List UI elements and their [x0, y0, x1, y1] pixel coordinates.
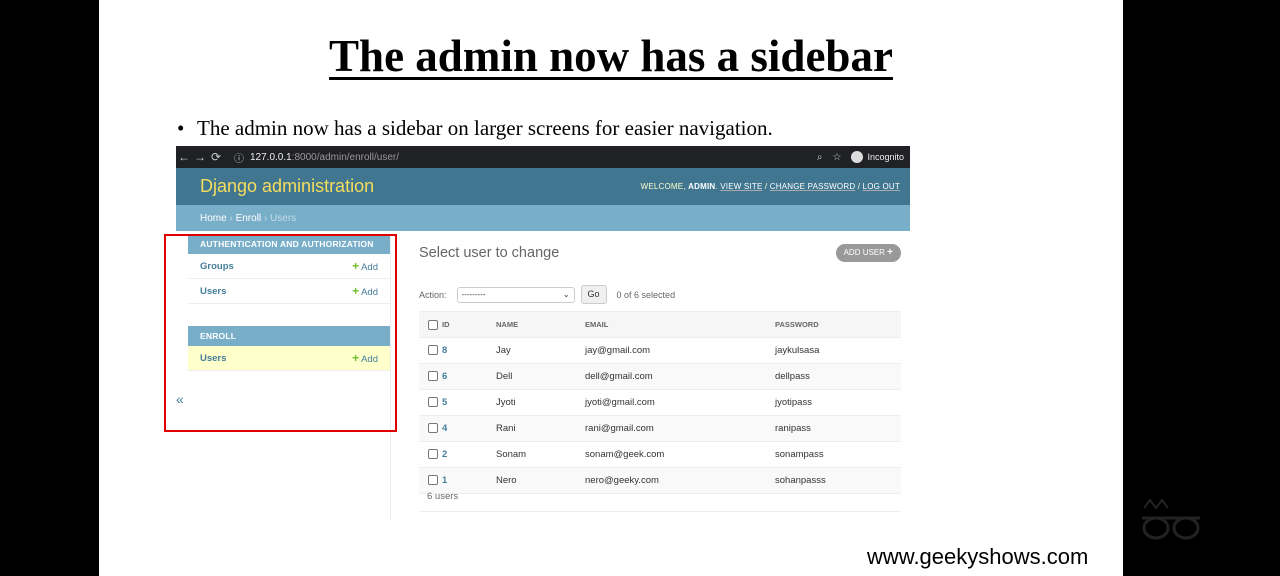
log-out-link[interactable]: LOG OUT: [863, 182, 900, 191]
row-id-link[interactable]: 8: [442, 345, 447, 356]
bookmark-star-icon[interactable]: ☆: [833, 152, 842, 163]
address-bar[interactable]: ⓘ 127.0.0.1:8000/admin/enroll/user/: [234, 150, 399, 165]
browser-toolbar: ← → ⟳ ⓘ 127.0.0.1:8000/admin/enroll/user…: [176, 146, 910, 168]
row-password: jaykulsasa: [774, 337, 901, 364]
breadcrumb-app[interactable]: Enroll: [236, 213, 262, 224]
actions-bar: Action: --------- ⌄ Go 0 of 6 selected: [419, 285, 676, 304]
select-all-checkbox[interactable]: [428, 319, 438, 330]
table-row: 5 Jyoti jyoti@gmail.com jyotipass: [419, 389, 901, 416]
row-name: Jay: [495, 337, 584, 364]
table-row: 4 Rani rani@gmail.com ranipass: [419, 415, 901, 442]
breadcrumb-home[interactable]: Home: [200, 213, 227, 224]
username: ADMIN: [688, 182, 716, 191]
row-checkbox[interactable]: [428, 371, 438, 382]
slide-title: The admin now has a sidebar: [329, 31, 893, 81]
row-email: jay@gmail.com: [584, 337, 774, 364]
breadcrumb: Home › Enroll › Users: [176, 205, 910, 231]
incognito-badge[interactable]: Incognito: [851, 151, 904, 163]
table-header-row: ID NAME EMAIL PASSWORD: [419, 311, 901, 338]
row-email: rani@gmail.com: [584, 415, 774, 442]
row-password: jyotipass: [774, 389, 901, 416]
info-icon[interactable]: ⓘ: [234, 150, 244, 165]
breadcrumb-current: Users: [270, 212, 297, 224]
zoom-icon[interactable]: ⌕: [817, 152, 823, 163]
row-checkbox[interactable]: [428, 345, 438, 356]
row-id-link[interactable]: 2: [442, 449, 447, 460]
row-email: sonam@geek.com: [584, 441, 774, 468]
slide-bullet: • The admin now has a sidebar on larger s…: [177, 116, 773, 140]
admin-header: Django administration WELCOME, ADMIN. VI…: [176, 168, 910, 205]
table-row: 8 Jay jay@gmail.com jaykulsasa: [419, 337, 901, 364]
site-brand[interactable]: Django administration: [200, 176, 374, 197]
go-button[interactable]: Go: [580, 285, 607, 304]
glasses-logo-icon: [1142, 498, 1200, 540]
table-row: 2 Sonam sonam@geek.com sonampass: [419, 441, 901, 468]
plus-icon: +: [887, 247, 893, 258]
row-name: Dell: [495, 363, 584, 390]
selection-counter: 0 of 6 selected: [616, 289, 676, 300]
forward-icon[interactable]: →: [192, 150, 208, 164]
row-email: jyoti@gmail.com: [584, 389, 774, 416]
incognito-icon: [851, 151, 864, 163]
row-password: ranipass: [774, 415, 901, 442]
column-header-id[interactable]: ID: [441, 311, 495, 338]
page-title: Select user to change: [419, 245, 560, 261]
row-checkbox[interactable]: [428, 397, 438, 408]
row-id-link[interactable]: 4: [442, 423, 447, 434]
row-name: Rani: [495, 415, 584, 442]
chevron-down-icon: ⌄: [562, 290, 570, 299]
user-tools: WELCOME, ADMIN. VIEW SITE / CHANGE PASSW…: [640, 182, 900, 191]
row-name: Sonam: [495, 441, 584, 468]
add-user-button[interactable]: ADD USER +: [835, 244, 901, 262]
column-header-name[interactable]: NAME: [495, 311, 584, 338]
action-label: Action:: [419, 289, 447, 300]
reload-icon[interactable]: ⟳: [208, 150, 224, 164]
view-site-link[interactable]: VIEW SITE: [720, 182, 762, 191]
table-row: 6 Dell dell@gmail.com dellpass: [419, 363, 901, 390]
paginator: 6 users: [419, 482, 901, 512]
row-checkbox[interactable]: [428, 449, 438, 460]
change-password-link[interactable]: CHANGE PASSWORD: [770, 182, 856, 191]
row-checkbox[interactable]: [428, 423, 438, 434]
results-table: ID NAME EMAIL PASSWORD 8 Jay jay@gmail.c…: [419, 311, 901, 494]
row-password: sonampass: [774, 441, 901, 468]
row-id-link[interactable]: 6: [442, 371, 447, 382]
row-password: dellpass: [774, 363, 901, 390]
column-header-password[interactable]: PASSWORD: [774, 311, 901, 338]
row-name: Jyoti: [495, 389, 584, 416]
footer-url: www.geekyshows.com: [867, 544, 1089, 569]
back-icon[interactable]: ←: [176, 150, 192, 164]
action-select[interactable]: --------- ⌄: [456, 286, 575, 303]
sidebar-highlight-box: [164, 234, 397, 432]
row-id-link[interactable]: 5: [442, 397, 447, 408]
column-header-email[interactable]: EMAIL: [584, 311, 774, 338]
row-email: dell@gmail.com: [584, 363, 774, 390]
